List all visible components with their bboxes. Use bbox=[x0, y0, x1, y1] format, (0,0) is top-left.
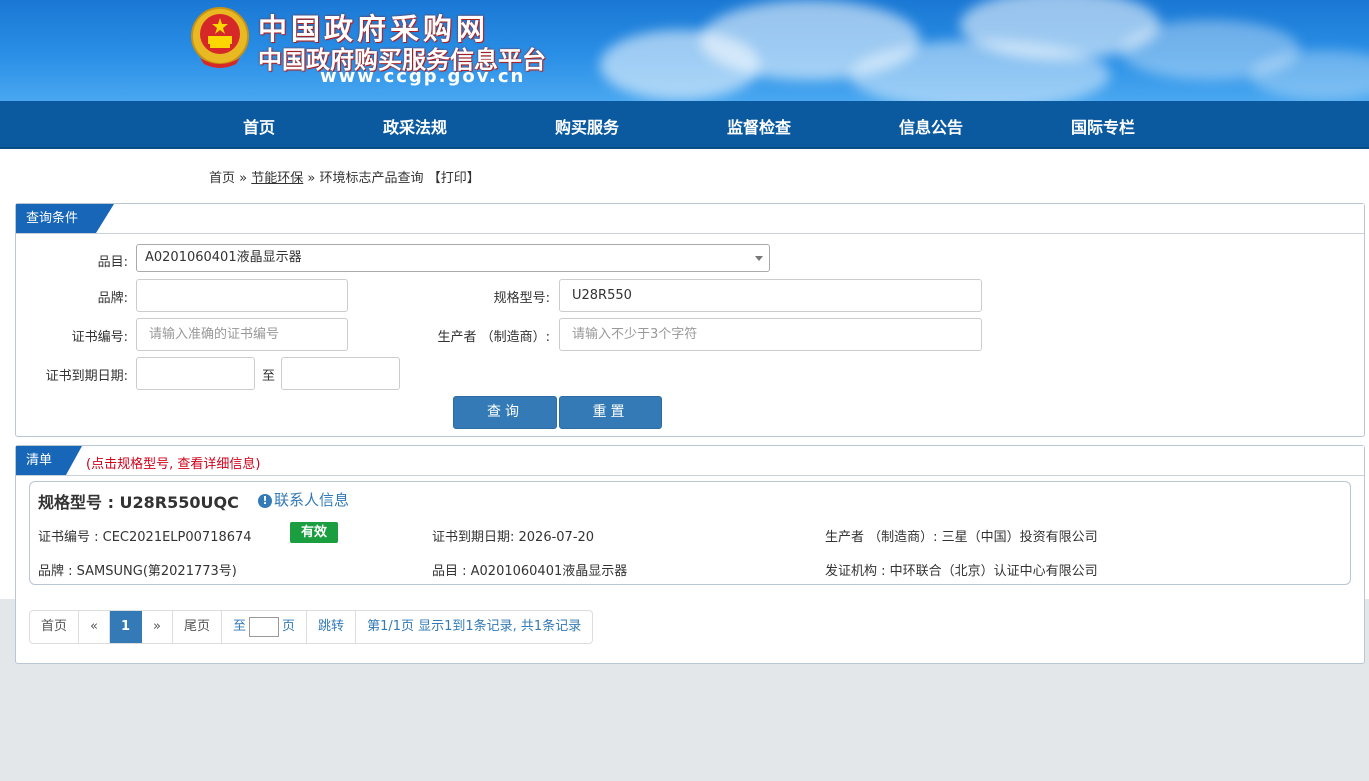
breadcrumb-separator: » bbox=[307, 171, 316, 186]
reset-button[interactable]: 重置 bbox=[559, 396, 662, 429]
list-panel-title-tab: 清单 bbox=[16, 446, 82, 475]
cert-number: 证书编号 : CEC2021ELP00718674 bbox=[38, 530, 252, 545]
expiry-to-label: 至 bbox=[261, 369, 275, 384]
page-prev-button[interactable]: « bbox=[79, 611, 110, 643]
site-url: www.ccgp.gov.cn bbox=[320, 66, 526, 87]
breadcrumb-home[interactable]: 首页 bbox=[209, 171, 235, 186]
page-summary: 第1/1页 显示1到1条记录, 共1条记录 bbox=[367, 619, 582, 634]
list-hint: (点击规格型号, 查看详细信息) bbox=[86, 457, 261, 472]
category-select[interactable]: A0201060401液晶显示器 bbox=[136, 244, 770, 272]
list-panel-title: 清单 bbox=[26, 453, 53, 468]
brand-input[interactable] bbox=[136, 279, 348, 312]
query-panel-title: 查询条件 bbox=[26, 211, 79, 226]
query-panel-header: 查询条件 bbox=[16, 204, 1364, 234]
brand-value: 品牌 : SAMSUNG(第2021773号) bbox=[38, 564, 237, 579]
producer-value: 生产者 （制造商）: 三星（中国）投资有限公司 bbox=[825, 530, 1098, 545]
cert-label: 证书编号: bbox=[71, 330, 128, 345]
expiry-start-input[interactable] bbox=[136, 357, 255, 390]
search-button[interactable]: 查询 bbox=[453, 396, 557, 429]
status-badge: 有效 bbox=[290, 522, 338, 543]
expiry-label: 证书到期日期: bbox=[45, 369, 128, 384]
page-number-input[interactable] bbox=[249, 616, 280, 637]
list-panel-header: 清单 (点击规格型号, 查看详细信息) bbox=[16, 446, 1364, 476]
print-link[interactable]: 【打印】 bbox=[428, 171, 480, 186]
nav-supervision[interactable]: 监督检查 bbox=[727, 114, 791, 138]
page-goto-suffix: 页 bbox=[282, 619, 296, 634]
category-select-value: A0201060401液晶显示器 bbox=[145, 250, 302, 265]
page-goto-prefix: 至 bbox=[233, 619, 247, 634]
page-first-button[interactable]: 首页 bbox=[30, 611, 80, 643]
breadcrumb-separator: » bbox=[239, 171, 248, 186]
page-jump-button[interactable]: 跳转 bbox=[307, 611, 357, 643]
model-title-link[interactable]: 规格型号 : U28R550UQC bbox=[38, 489, 239, 513]
expiry-end-input[interactable] bbox=[281, 357, 400, 390]
breadcrumb-section-link[interactable]: 节能环保 bbox=[251, 171, 303, 186]
breadcrumb: 首页 » 节能环保 » 环境标志产品查询 【打印】 bbox=[209, 167, 480, 186]
model-label: 规格型号: bbox=[493, 291, 550, 306]
page-last-button[interactable]: 尾页 bbox=[173, 611, 223, 643]
page-next-button[interactable]: » bbox=[142, 611, 173, 643]
producer-input[interactable]: 请输入不少于3个字符 bbox=[559, 318, 982, 351]
nav-home[interactable]: 首页 bbox=[243, 114, 275, 138]
query-panel-title-tab: 查询条件 bbox=[16, 204, 114, 233]
cert-input[interactable]: 请输入准确的证书编号 bbox=[136, 318, 348, 351]
page-goto: 至页 bbox=[222, 611, 308, 643]
brand-label: 品牌: bbox=[97, 291, 128, 306]
contact-info-link[interactable]: ! 联系人信息 bbox=[258, 489, 349, 510]
nav-regulations[interactable]: 政采法规 bbox=[383, 114, 447, 138]
main-nav: 首页 政采法规 购买服务 监督检查 信息公告 国际专栏 bbox=[0, 101, 1369, 149]
pagination: 首页 « 1 » 尾页 至页 跳转 第1/1页 显示1到1条记录, 共1条记录 bbox=[29, 610, 594, 644]
producer-label: 生产者 （制造商）: bbox=[437, 330, 550, 345]
national-emblem-icon bbox=[191, 7, 249, 68]
breadcrumb-current: 环境标志产品查询 bbox=[319, 171, 424, 186]
category-label: 品目: bbox=[97, 255, 128, 270]
info-icon: ! bbox=[258, 494, 272, 508]
issuer-value: 发证机构 : 中环联合（北京）认证中心有限公司 bbox=[825, 564, 1098, 579]
nav-purchase-services[interactable]: 购买服务 bbox=[555, 114, 619, 138]
nav-international[interactable]: 国际专栏 bbox=[1071, 114, 1135, 138]
contact-info-label: 联系人信息 bbox=[274, 491, 350, 509]
cert-expiry: 证书到期日期: 2026-07-20 bbox=[432, 530, 595, 545]
nav-announcements[interactable]: 信息公告 bbox=[899, 114, 963, 138]
query-panel: 查询条件 品目: A0201060401液晶显示器 品牌: 规格型号: U28R… bbox=[15, 203, 1365, 437]
page-current-button[interactable]: 1 bbox=[109, 611, 143, 643]
model-input[interactable]: U28R550 bbox=[559, 279, 982, 312]
list-item: 规格型号 : U28R550UQC ! 联系人信息 证书编号 : CEC2021E… bbox=[29, 481, 1351, 585]
category-value: 品目 : A0201060401液晶显示器 bbox=[432, 564, 628, 579]
chevron-down-icon bbox=[755, 256, 763, 261]
site-banner: 中国政府采购网 中国政府购买服务信息平台 www.ccgp.gov.cn bbox=[0, 0, 1369, 101]
